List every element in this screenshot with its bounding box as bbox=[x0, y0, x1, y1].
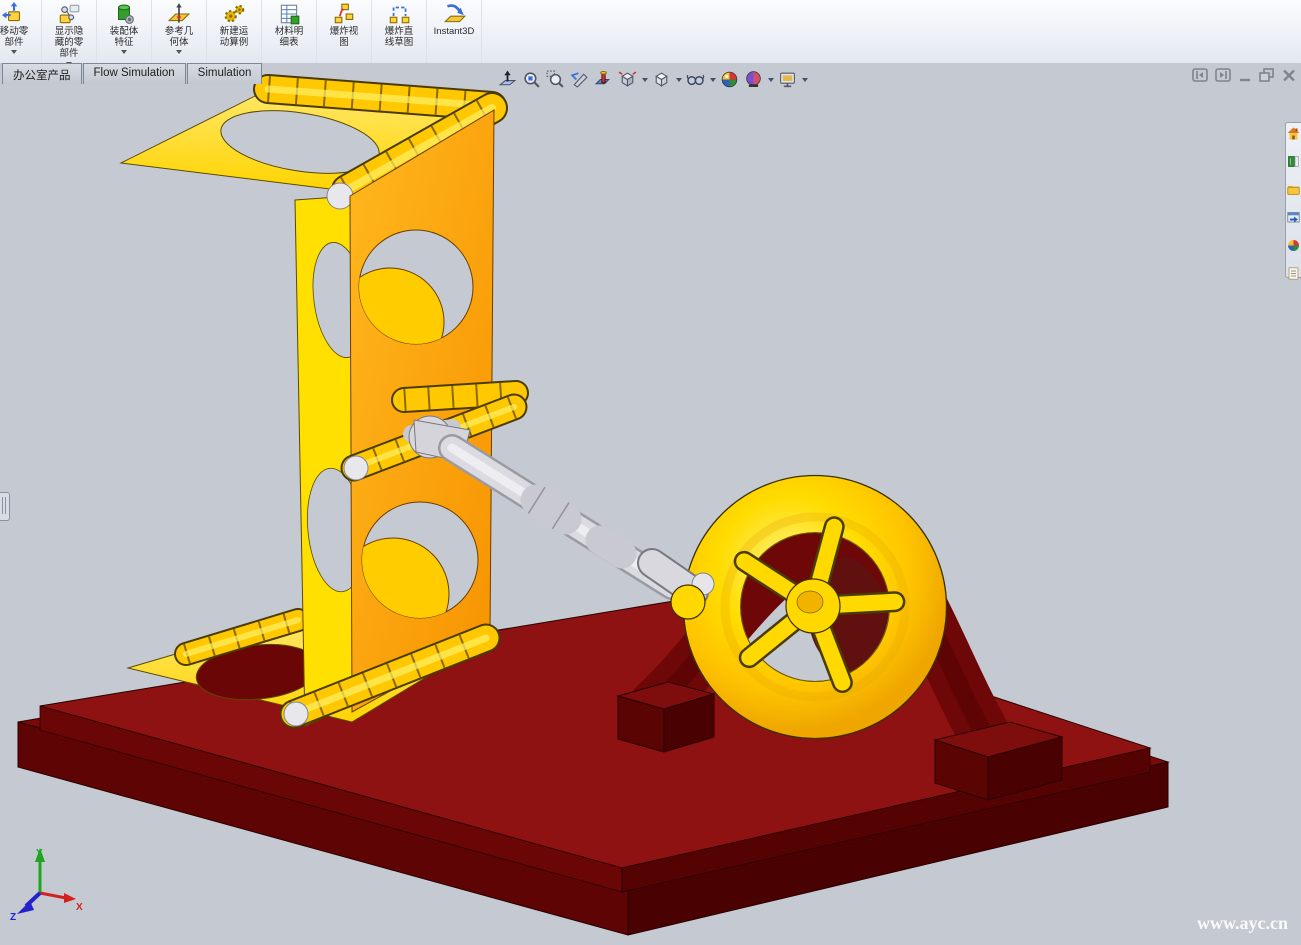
normal-to-icon[interactable] bbox=[497, 69, 518, 90]
model-folding-tower[interactable] bbox=[121, 89, 516, 726]
section-view-icon[interactable] bbox=[593, 69, 614, 90]
triad-y-label: Y bbox=[36, 848, 43, 859]
view-orientation-dropdown-caret[interactable] bbox=[642, 78, 648, 82]
edit-appearance-icon[interactable] bbox=[719, 69, 740, 90]
button-label: 装配体 特征 bbox=[110, 26, 139, 48]
solidworks-resources-home-icon[interactable] bbox=[1287, 127, 1300, 145]
view-settings-dropdown-caret[interactable] bbox=[802, 78, 808, 82]
button-label: 爆炸直 线草图 bbox=[385, 26, 414, 48]
button-label: 材料明 细表 bbox=[275, 26, 304, 48]
collapse-left-pane-button[interactable] bbox=[1192, 68, 1208, 82]
hide-show-items-icon[interactable] bbox=[685, 69, 706, 90]
window-controls bbox=[1192, 68, 1296, 82]
reference-geometry-button[interactable]: 参考几 何体 bbox=[152, 0, 207, 63]
display-style-icon[interactable] bbox=[651, 69, 672, 90]
watermark: www.ayc.cn bbox=[1197, 913, 1288, 933]
tab-office-products[interactable]: 办公室产品 bbox=[2, 63, 82, 84]
previous-view-icon[interactable] bbox=[569, 69, 590, 90]
exploded-view-icon bbox=[332, 2, 356, 26]
triad-x-label: X bbox=[76, 902, 83, 913]
apply-scene-icon[interactable] bbox=[743, 69, 764, 90]
explode-line-sketch-button[interactable]: 爆炸直 线草图 bbox=[372, 0, 427, 63]
button-label: Instant3D bbox=[434, 26, 475, 37]
view-orientation-icon[interactable] bbox=[617, 69, 638, 90]
command-manager-ribbon: 移动零 部件 显示隐 藏的零 部件 装配体 特征 参考几 何体 新建运 动算例 bbox=[0, 0, 1301, 64]
dropdown-caret-icon[interactable] bbox=[121, 50, 127, 54]
explode-line-sketch-icon bbox=[387, 2, 411, 26]
model-viewport[interactable]: Y X Z www.ayc.cn bbox=[0, 63, 1301, 945]
tab-flow-simulation[interactable]: Flow Simulation bbox=[83, 63, 186, 84]
assembly-features-icon bbox=[112, 2, 136, 26]
design-library-icon[interactable] bbox=[1287, 155, 1300, 173]
command-manager-tabs: 办公室产品 Flow Simulation Simulation bbox=[2, 63, 263, 84]
button-label: 参考几 何体 bbox=[165, 26, 194, 48]
hide-show-items-dropdown-caret[interactable] bbox=[710, 78, 716, 82]
graphics-area[interactable]: Y X Z www.ayc.cn 办公室产品 Flow Simulation S… bbox=[0, 63, 1301, 945]
triad-z-label: Z bbox=[10, 912, 16, 923]
apply-scene-dropdown-caret[interactable] bbox=[768, 78, 774, 82]
reference-geometry-icon bbox=[167, 2, 191, 26]
restore-button[interactable] bbox=[1259, 68, 1275, 82]
move-component-button[interactable]: 移动零 部件 bbox=[0, 0, 42, 63]
bill-of-materials-icon bbox=[277, 2, 301, 26]
collapse-right-pane-button[interactable] bbox=[1215, 68, 1231, 82]
button-label: 爆炸视 图 bbox=[330, 26, 359, 48]
new-motion-study-button[interactable]: 新建运 动算例 bbox=[207, 0, 262, 63]
show-hidden-components-icon bbox=[57, 2, 81, 26]
feature-manager-collapsed-tab[interactable] bbox=[0, 492, 10, 521]
zoom-to-area-icon[interactable] bbox=[545, 69, 566, 90]
zoom-to-fit-icon[interactable] bbox=[521, 69, 542, 90]
custom-properties-icon[interactable] bbox=[1287, 267, 1300, 285]
dropdown-caret-icon[interactable] bbox=[11, 50, 17, 54]
file-explorer-icon[interactable] bbox=[1287, 183, 1300, 201]
tab-simulation[interactable]: Simulation bbox=[187, 63, 263, 84]
orientation-triad: Y X Z bbox=[10, 848, 83, 923]
task-pane-strip bbox=[1285, 122, 1301, 278]
assembly-features-button[interactable]: 装配体 特征 bbox=[97, 0, 152, 63]
appearances-scenes-icon[interactable] bbox=[1287, 239, 1300, 257]
heads-up-view-toolbar bbox=[497, 69, 808, 90]
view-palette-icon[interactable] bbox=[1287, 211, 1300, 229]
display-style-dropdown-caret[interactable] bbox=[676, 78, 682, 82]
exploded-view-button[interactable]: 爆炸视 图 bbox=[317, 0, 372, 63]
dropdown-caret-icon[interactable] bbox=[176, 50, 182, 54]
button-label: 移动零 部件 bbox=[0, 26, 28, 48]
minimize-button[interactable] bbox=[1238, 69, 1252, 82]
new-motion-study-icon bbox=[222, 2, 246, 26]
close-button[interactable] bbox=[1282, 69, 1296, 82]
show-hidden-components-button[interactable]: 显示隐 藏的零 部件 bbox=[42, 0, 97, 63]
instant3d-icon bbox=[442, 2, 466, 26]
hinge-top-back bbox=[268, 89, 492, 106]
button-label: 新建运 动算例 bbox=[220, 26, 249, 48]
instant3d-button[interactable]: Instant3D bbox=[427, 0, 482, 63]
move-component-icon bbox=[2, 2, 26, 26]
bill-of-materials-button[interactable]: 材料明 细表 bbox=[262, 0, 317, 63]
button-label: 显示隐 藏的零 部件 bbox=[55, 26, 84, 60]
view-settings-icon[interactable] bbox=[777, 69, 798, 90]
